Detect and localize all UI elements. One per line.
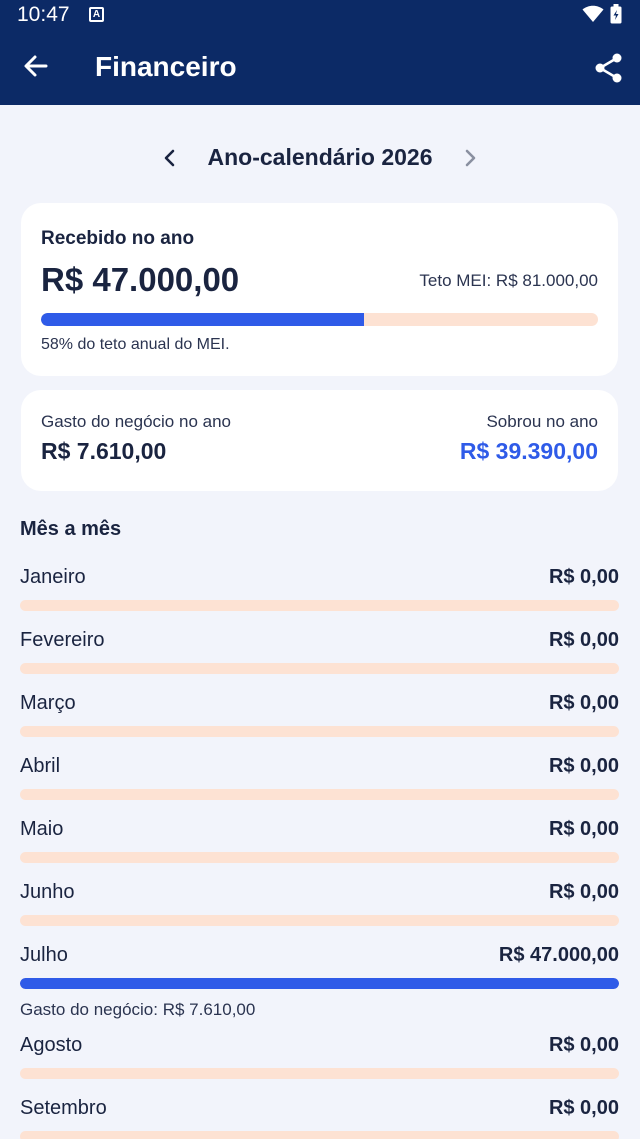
month-progress-bar: [20, 915, 619, 926]
month-name: Junho: [20, 881, 75, 903]
teto-label: Teto MEI: R$ 81.000,00: [419, 271, 598, 290]
month-row-junho[interactable]: Junho R$ 0,00: [20, 881, 619, 931]
received-value: R$ 47.000,00: [41, 261, 240, 298]
spent-value: R$ 7.610,00: [41, 438, 167, 464]
month-progress-bar: [20, 1068, 619, 1079]
month-value: R$ 0,00: [548, 881, 619, 903]
teto-progress-bar: [41, 313, 598, 326]
app-header: 10:47 A Financeiro: [0, 0, 640, 105]
battery-icon: [610, 4, 622, 24]
month-progress-bar: [20, 852, 619, 863]
month-progress-bar: [20, 1131, 619, 1139]
month-value: R$ 0,00: [548, 1034, 619, 1056]
wifi-icon: [582, 5, 604, 22]
month-progress-fill: [20, 978, 619, 989]
month-row-janeiro[interactable]: Janeiro R$ 0,00: [20, 566, 619, 616]
month-name: Abril: [20, 755, 61, 777]
notification-icon: A: [89, 7, 104, 22]
year-label: Ano-calendário 2026: [207, 144, 433, 170]
summary-card: Gasto do negócio no ano R$ 7.610,00 Sobr…: [21, 390, 618, 491]
month-progress-bar: [20, 663, 619, 674]
month-row-setembro[interactable]: Setembro R$ 0,00: [20, 1097, 619, 1139]
teto-progress-fill: [41, 313, 365, 326]
page-title: Financeiro: [95, 51, 237, 82]
month-progress-bar: [20, 726, 619, 737]
month-progress-bar: [20, 600, 619, 611]
received-card: Recebido no ano R$ 47.000,00 Teto MEI: R…: [21, 203, 618, 376]
month-row-agosto[interactable]: Agosto R$ 0,00: [20, 1034, 619, 1084]
year-navigator: Ano-calendário 2026: [0, 138, 640, 178]
left-over-label: Sobrou no ano: [486, 412, 598, 431]
month-expense-note: Gasto do negócio: R$ 7.610,00: [20, 1000, 256, 1019]
month-value: R$ 0,00: [548, 629, 619, 651]
month-row-marco[interactable]: Março R$ 0,00: [20, 692, 619, 742]
month-value: R$ 47.000,00: [498, 944, 619, 966]
status-bar: 10:47 A: [0, 0, 640, 30]
month-progress-bar: [20, 789, 619, 800]
month-name: Janeiro: [20, 566, 86, 588]
month-name: Fevereiro: [20, 629, 105, 651]
month-row-fevereiro[interactable]: Fevereiro R$ 0,00: [20, 629, 619, 679]
months-section-title: Mês a mês: [20, 518, 122, 540]
month-progress-bar: [20, 978, 619, 989]
month-row-maio[interactable]: Maio R$ 0,00: [20, 818, 619, 868]
month-value: R$ 0,00: [548, 566, 619, 588]
month-name: Agosto: [20, 1034, 83, 1056]
chevron-right-icon[interactable]: [458, 146, 482, 170]
share-icon[interactable]: [594, 52, 624, 84]
month-value: R$ 0,00: [548, 692, 619, 714]
month-value: R$ 0,00: [548, 818, 619, 840]
back-arrow-icon[interactable]: [20, 50, 52, 82]
month-row-abril[interactable]: Abril R$ 0,00: [20, 755, 619, 805]
month-name: Julho: [20, 944, 68, 966]
month-name: Março: [20, 692, 76, 714]
month-name: Setembro: [20, 1097, 107, 1119]
spent-label: Gasto do negócio no ano: [41, 412, 231, 431]
teto-progress-caption: 58% do teto anual do MEI.: [41, 336, 230, 353]
month-name: Maio: [20, 818, 64, 840]
month-row-julho[interactable]: Julho R$ 47.000,00 Gasto do negócio: R$ …: [20, 944, 619, 1024]
month-value: R$ 0,00: [548, 755, 619, 777]
received-title: Recebido no ano: [41, 228, 195, 249]
month-value: R$ 0,00: [548, 1097, 619, 1119]
left-over-value: R$ 39.390,00: [459, 438, 598, 464]
status-time: 10:47: [17, 3, 70, 26]
